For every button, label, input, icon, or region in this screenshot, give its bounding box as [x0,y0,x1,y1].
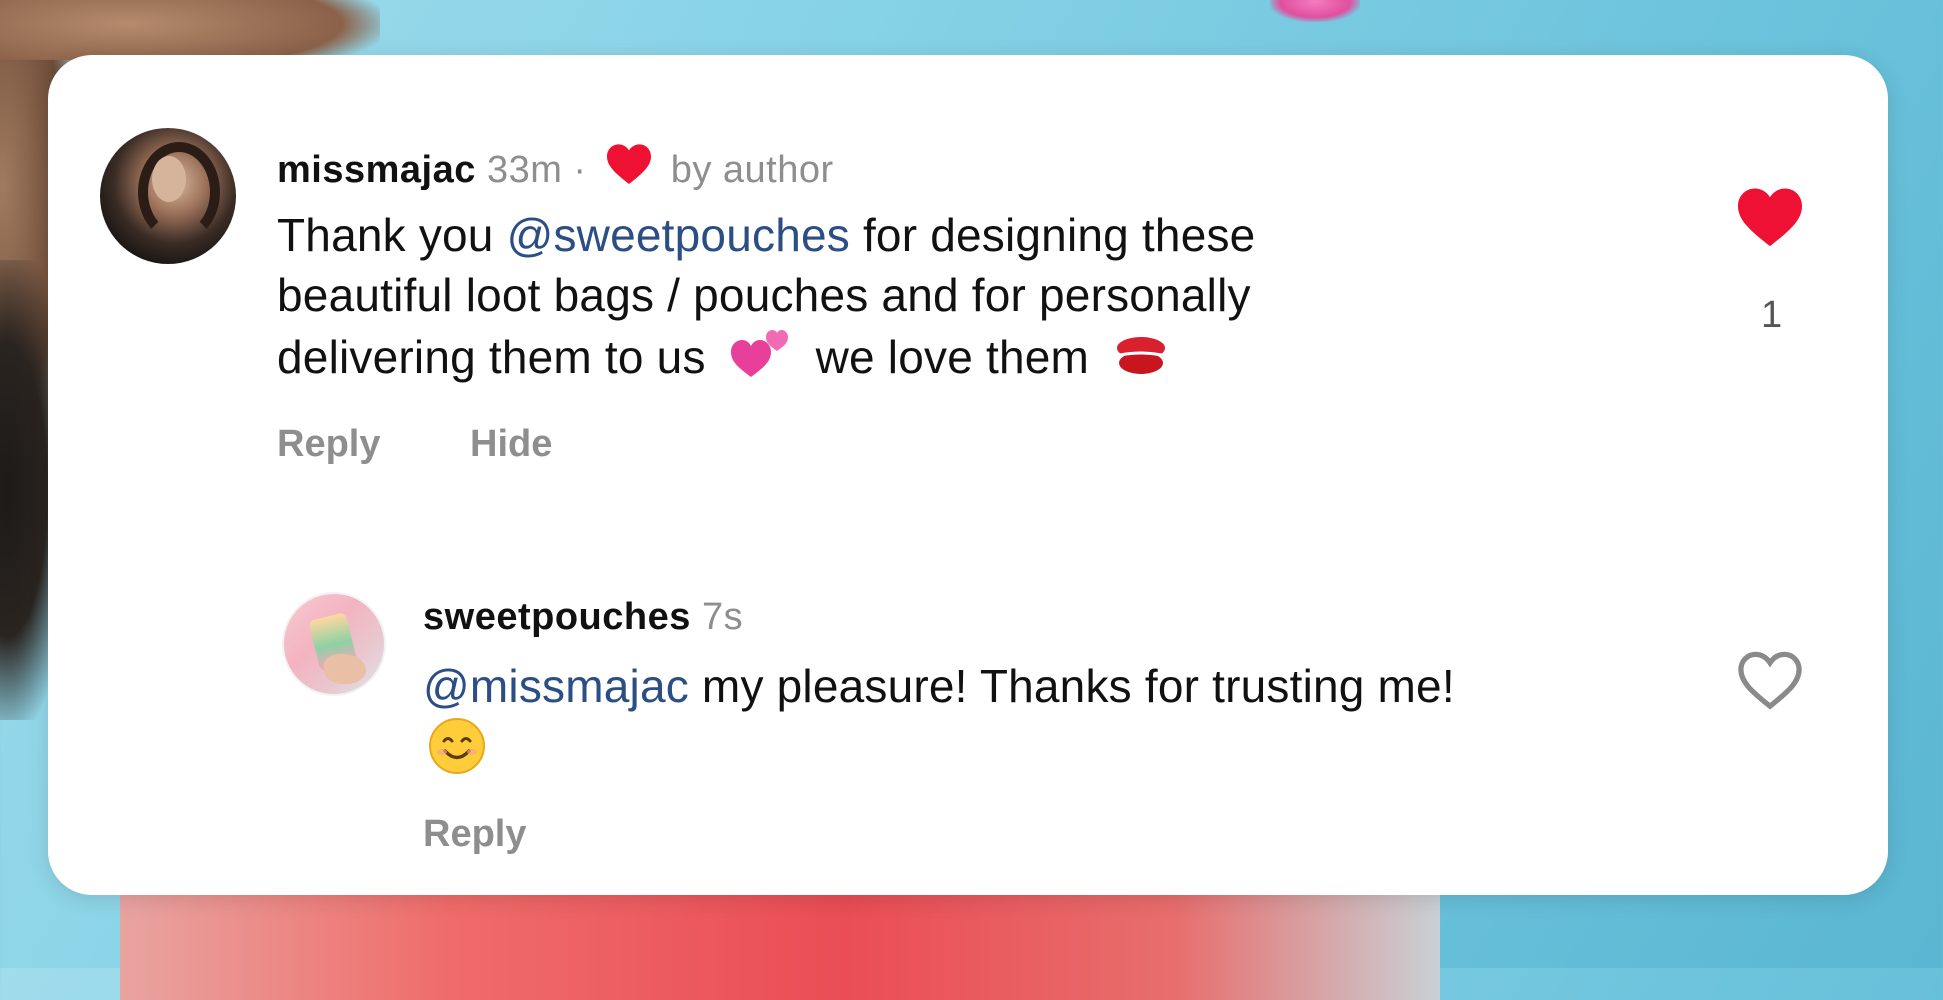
liked-by-author-label: by author [670,149,834,191]
reply-text-part: my pleasure! Thanks for trusting me! [688,660,1455,712]
background-arm [0,0,380,60]
reply-to-reply-button[interactable]: Reply [423,815,526,853]
comment-text: Thank you @sweetpouches for designing th… [277,205,1677,393]
reply-button[interactable]: Reply [277,425,380,463]
comment-text-part: we love them [815,331,1090,383]
comment-text-part: for designing these [849,209,1256,261]
avatar-hand [324,654,366,684]
like-button[interactable] [1735,185,1805,254]
comment-text-line: beautiful loot bags / pouches and for pe… [277,269,1251,321]
two-hearts-icon [729,325,793,393]
separator: · [573,149,587,191]
avatar-face [152,156,186,202]
comment-text-part: Thank you [277,209,507,261]
comment-username[interactable]: missmajac [277,149,476,191]
reply-like-button[interactable] [1735,648,1805,717]
comment-time: 33m [486,149,563,191]
like-count: 1 [1761,294,1783,336]
reply-header: sweetpouches 7s [423,598,743,636]
kiss-mark-icon [1112,329,1170,393]
comment-text-part: delivering them to us [277,331,706,383]
mention-link[interactable]: @missmajac [423,660,689,712]
avatar[interactable] [100,128,236,264]
reply-time: 7s [701,596,744,638]
reply-username[interactable]: sweetpouches [423,596,691,638]
comment-header: missmajac 33m · by author [277,142,834,193]
heart-filled-icon [1738,188,1802,247]
hide-button[interactable]: Hide [470,425,552,463]
background-fabric [120,880,1440,1000]
heart-outline-icon [1738,651,1802,710]
mention-link[interactable]: @sweetpouches [507,209,850,261]
reply-text: @missmajac my pleasure! Thanks for trust… [423,656,1683,790]
background-flower [1270,0,1360,22]
reply-avatar[interactable] [282,592,386,696]
smiling-face-icon [427,716,487,790]
liked-by-author-heart-icon [604,142,654,193]
